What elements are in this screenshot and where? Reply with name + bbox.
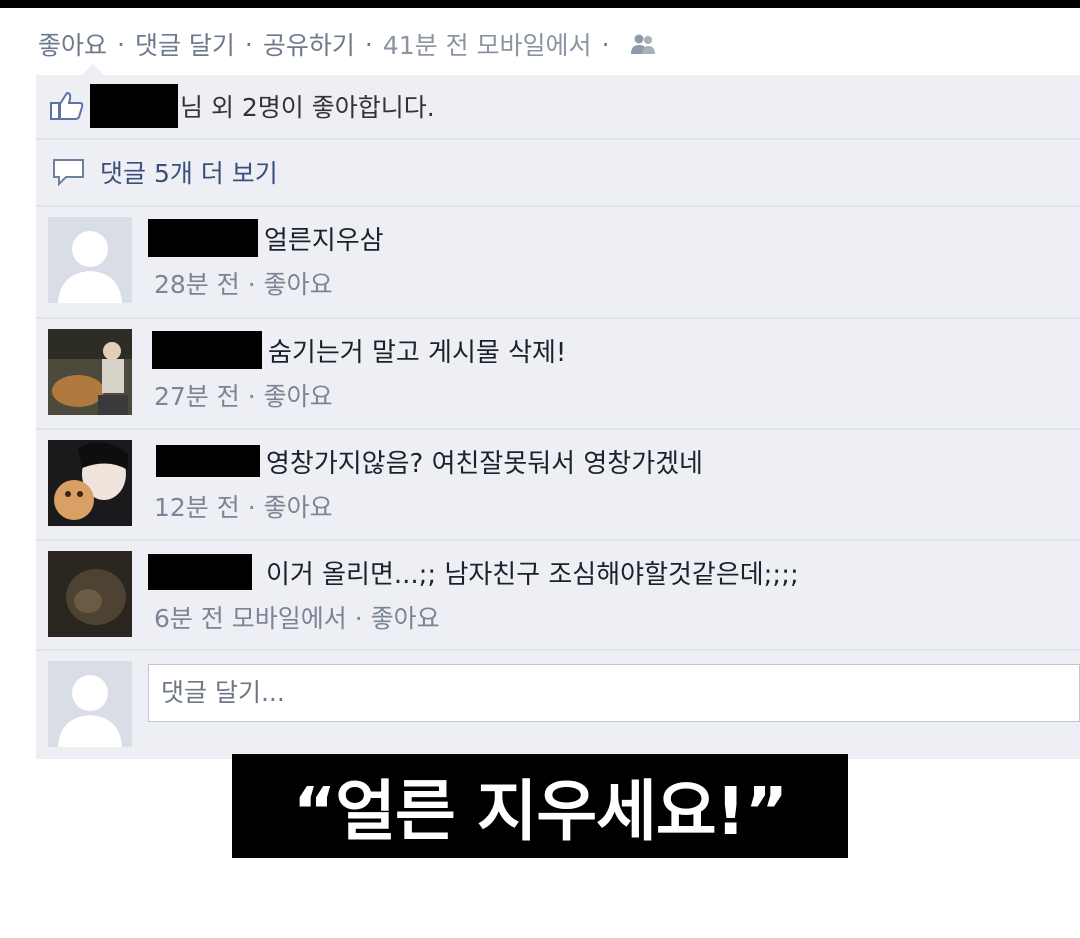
divider [36,539,1080,541]
comment-like-link[interactable]: 좋아요 [371,599,440,635]
photo-avatar[interactable] [48,551,132,637]
likes-summary[interactable]: 님 외 2명이 좋아합니다. [180,88,435,124]
caption-banner: “얼른 지우세요!” [232,754,848,858]
photo-avatar[interactable] [48,440,132,526]
speech-bubble-icon [52,157,86,187]
divider [36,649,1080,651]
separator: · [364,29,373,59]
separator: · [117,29,125,59]
panel-caret [82,64,104,75]
divider [36,205,1080,207]
post-actions: 좋아요 · 댓글 달기 · 공유하기 · 41분 전 모바일에서 · [38,24,656,64]
people-icon[interactable] [630,33,656,55]
default-avatar [48,661,132,747]
separator: · [601,29,610,59]
comment-time[interactable]: 12분 전 · [154,488,256,524]
redacted-name [152,331,262,369]
default-avatar[interactable] [48,217,132,303]
likes-row: 님 외 2명이 좋아합니다. [36,75,1080,137]
comment-link[interactable]: 댓글 달기 [135,26,235,62]
comment-text: 얼른지우삼 [264,225,384,256]
photo-avatar[interactable] [48,329,132,415]
comment-input-placeholder: 댓글 달기... [161,678,285,707]
view-more-comments-link[interactable]: 댓글 5개 더 보기 [100,154,278,190]
comment-like-link[interactable]: 좋아요 [264,377,333,413]
comment-text: 숨기는거 말고 게시물 삭제! [268,337,567,368]
redacted-name [148,219,258,257]
comment-time[interactable]: 28분 전 · [154,265,256,301]
comment: 얼른지우삼 28분 전 · 좋아요 [148,217,384,303]
comment-time[interactable]: 27분 전 · [154,377,256,413]
post-timestamp[interactable]: 41분 전 모바일에서 [383,26,592,62]
divider [36,138,1080,140]
share-link[interactable]: 공유하기 [263,26,355,62]
redacted-name [148,554,252,590]
thumbs-up-icon [50,91,84,121]
comment-like-link[interactable]: 좋아요 [264,488,333,524]
comment-time[interactable]: 6분 전 모바일에서 · [154,599,363,635]
comment: 이거 올리면...;; 남자친구 조심해야할것같은데;;;; 6분 전 모바일에… [148,551,799,637]
divider [36,317,1080,319]
comment-text: 영창가지않음? 여친잘못둬서 영창가겠네 [266,448,703,479]
ufi-panel: 님 외 2명이 좋아합니다. 댓글 5개 더 보기 얼른지우삼 28분 전 · … [36,75,1080,759]
view-more-comments-row[interactable]: 댓글 5개 더 보기 [36,141,1080,203]
top-black-bar [0,0,1080,8]
comment: 숨기는거 말고 게시물 삭제! 27분 전 · 좋아요 [148,329,566,415]
comment-input[interactable]: 댓글 달기... [148,664,1080,722]
divider [36,428,1080,430]
redacted-name [156,445,260,477]
like-link[interactable]: 좋아요 [38,26,107,62]
redacted-name [90,84,178,128]
comment-like-link[interactable]: 좋아요 [264,265,333,301]
caption-text: “얼른 지우세요!” [292,773,788,850]
separator: · [244,29,253,59]
comment-text: 이거 올리면...;; 남자친구 조심해야할것같은데;;;; [266,559,799,590]
comment: 영창가지않음? 여친잘못둬서 영창가겠네 12분 전 · 좋아요 [148,440,703,526]
